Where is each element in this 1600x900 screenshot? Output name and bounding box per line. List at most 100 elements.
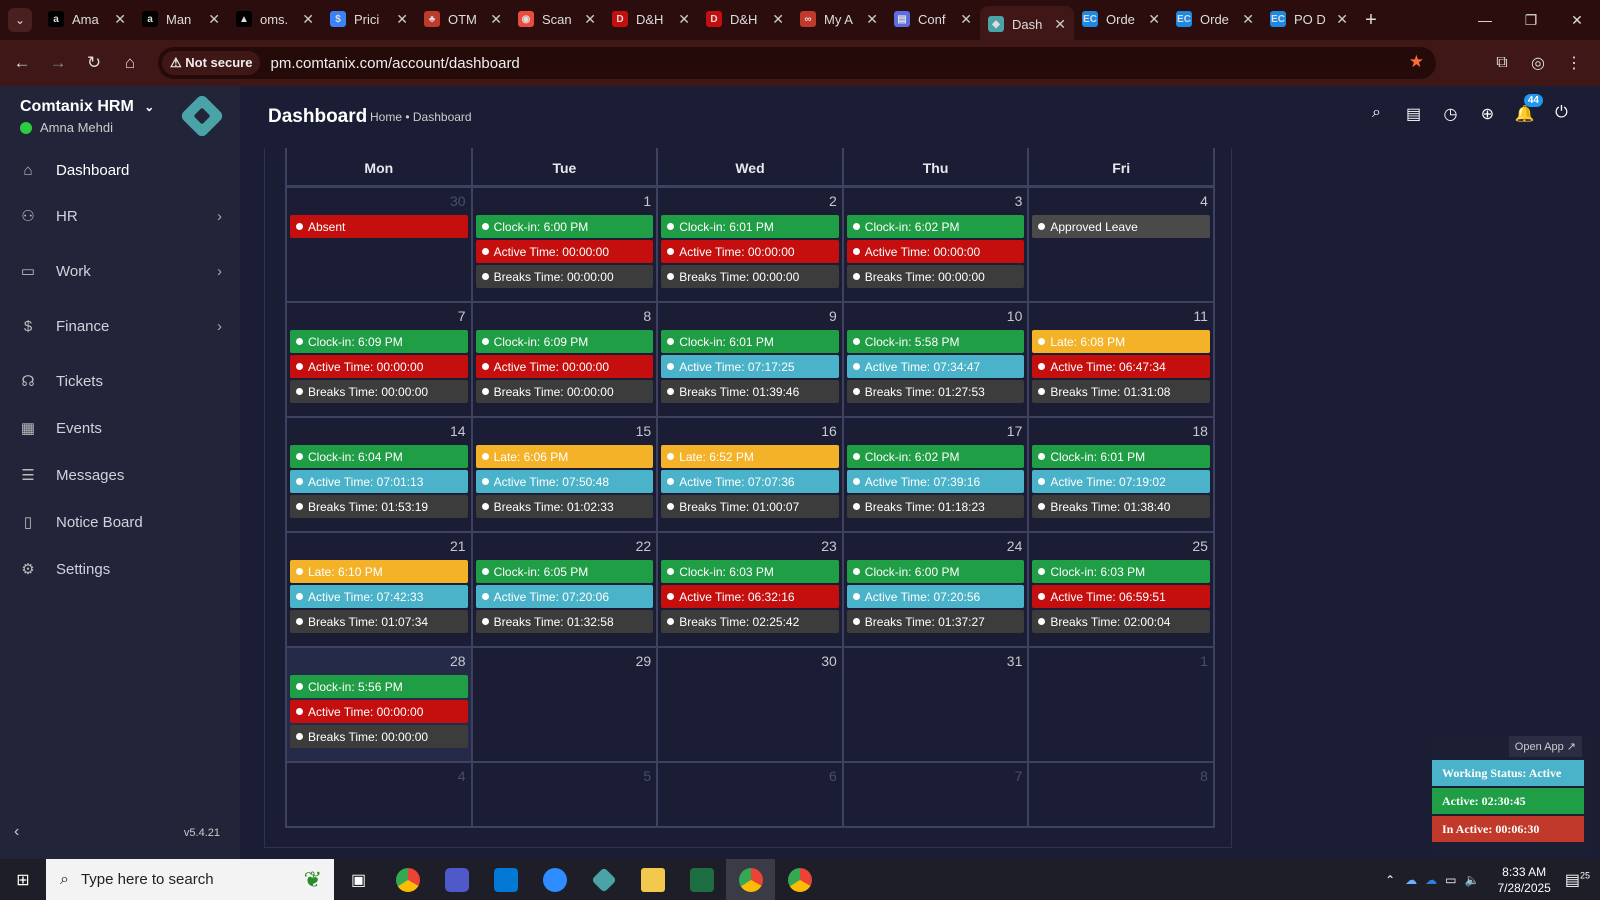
attendance-event[interactable]: Clock-in: 6:05 PM: [475, 560, 654, 583]
browser-tab[interactable]: EC Orde ✕: [1074, 4, 1168, 34]
close-tab-icon[interactable]: ✕: [866, 11, 878, 28]
browser-tab[interactable]: a Man ✕: [134, 4, 228, 34]
attendance-event[interactable]: Active Time: 07:20:56: [846, 585, 1025, 608]
taskbar-search[interactable]: ⌕ Type here to search ❦: [46, 859, 334, 900]
attendance-event[interactable]: Breaks Time: 01:38:40: [1032, 495, 1210, 518]
attendance-event[interactable]: Active Time: 00:00:00: [661, 240, 839, 263]
calendar-day[interactable]: 1: [1029, 648, 1213, 761]
attendance-event[interactable]: Late: 6:08 PM: [1032, 330, 1210, 353]
attendance-event[interactable]: Breaks Time: 00:00:00: [661, 265, 839, 288]
attendance-event[interactable]: Breaks Time: 01:32:58: [475, 610, 654, 633]
outlook-icon[interactable]: [481, 859, 530, 900]
close-tab-icon[interactable]: ✕: [1054, 16, 1066, 33]
attendance-event[interactable]: Breaks Time: 00:00:00: [290, 380, 468, 403]
close-tab-icon[interactable]: ✕: [1148, 11, 1160, 28]
teams-icon[interactable]: [432, 859, 481, 900]
calendar-day[interactable]: 30: [658, 648, 844, 761]
calendar-day[interactable]: 30 Absent: [287, 188, 473, 301]
calendar-day[interactable]: 4: [287, 763, 473, 826]
browser-tab[interactable]: $ Prici ✕: [322, 4, 416, 34]
calendar-day[interactable]: 16 Late: 6:52 PM Active Time: 07:07:36 Brea…: [658, 418, 844, 531]
sticky-note-icon[interactable]: ▤: [1395, 104, 1432, 124]
attendance-event[interactable]: Clock-in: 6:03 PM: [661, 560, 839, 583]
notification-center-icon[interactable]: ▤25: [1565, 870, 1590, 890]
attendance-event[interactable]: Active Time: 07:50:48: [475, 470, 654, 493]
sidebar-item-hr[interactable]: ⚇ HR ›: [0, 194, 240, 238]
attendance-event[interactable]: Active Time: 06:47:34: [1032, 355, 1210, 378]
calendar-day[interactable]: 25 Clock-in: 6:03 PM Active Time: 06:59:51…: [1029, 533, 1213, 646]
attendance-event[interactable]: Clock-in: 6:01 PM: [661, 215, 839, 238]
calendar-day[interactable]: 10 Clock-in: 5:58 PM Active Time: 07:34:47…: [844, 303, 1030, 416]
browser-tab[interactable]: ∞ My A ✕: [792, 4, 886, 34]
browser-tab[interactable]: ▲ oms. ✕: [228, 4, 322, 34]
browser-tab[interactable]: D D&H ✕: [698, 4, 792, 34]
calendar-day[interactable]: 17 Clock-in: 6:02 PM Active Time: 07:39:16…: [844, 418, 1030, 531]
collapse-sidebar-icon[interactable]: ‹: [14, 823, 19, 841]
breadcrumb[interactable]: Home • Dashboard: [370, 110, 472, 124]
clock[interactable]: 8:33 AM 7/28/2025: [1497, 864, 1550, 896]
attendance-event[interactable]: Clock-in: 6:04 PM: [290, 445, 468, 468]
not-secure-chip[interactable]: ⚠ Not secure: [162, 51, 261, 75]
browser-tab[interactable]: EC PO D ✕: [1262, 4, 1356, 34]
attendance-event[interactable]: Clock-in: 6:09 PM: [290, 330, 468, 353]
attendance-event[interactable]: Active Time: 00:00:00: [475, 355, 654, 378]
browser-tab[interactable]: ▤ Conf ✕: [886, 4, 980, 34]
calendar-day[interactable]: 11 Late: 6:08 PM Active Time: 06:47:34 Brea…: [1029, 303, 1213, 416]
attendance-event[interactable]: Active Time: 07:19:02: [1032, 470, 1210, 493]
calendar-day[interactable]: 7: [844, 763, 1030, 826]
attendance-event[interactable]: Active Time: 07:34:47: [846, 355, 1025, 378]
close-tab-icon[interactable]: ✕: [960, 11, 972, 28]
calendar-day[interactable]: 5: [473, 763, 659, 826]
attendance-event[interactable]: Breaks Time: 02:25:42: [661, 610, 839, 633]
browser-menu-icon[interactable]: ⋮: [1556, 53, 1592, 73]
calendar-day[interactable]: 8: [1029, 763, 1213, 826]
attendance-event[interactable]: Approved Leave: [1032, 215, 1210, 238]
sidebar-item-settings[interactable]: ⚙ Settings: [0, 547, 240, 591]
attendance-event[interactable]: Breaks Time: 01:07:34: [290, 610, 468, 633]
close-window-button[interactable]: ✕: [1554, 0, 1600, 40]
attendance-event[interactable]: Breaks Time: 00:00:00: [846, 265, 1025, 288]
attendance-event[interactable]: Breaks Time: 00:00:00: [475, 380, 654, 403]
attendance-event[interactable]: Absent: [290, 215, 468, 238]
excel-icon[interactable]: [677, 859, 726, 900]
attendance-event[interactable]: Active Time: 07:42:33: [290, 585, 468, 608]
attendance-event[interactable]: Active Time: 07:20:06: [475, 585, 654, 608]
reload-button[interactable]: ↻: [76, 53, 112, 73]
attendance-event[interactable]: Clock-in: 5:58 PM: [846, 330, 1025, 353]
browser-tab[interactable]: ♣ OTM ✕: [416, 4, 510, 34]
close-tab-icon[interactable]: ✕: [772, 11, 784, 28]
onedrive-icon[interactable]: ☁: [1405, 873, 1417, 887]
minimize-button[interactable]: —: [1462, 0, 1508, 40]
attendance-event[interactable]: Active Time: 07:01:13: [290, 470, 468, 493]
attendance-event[interactable]: Breaks Time: 02:00:04: [1032, 610, 1210, 633]
bell-icon[interactable]: 🔔 44: [1506, 94, 1543, 124]
attendance-event[interactable]: Breaks Time: 01:39:46: [661, 380, 839, 403]
attendance-event[interactable]: Breaks Time: 01:02:33: [475, 495, 654, 518]
attendance-event[interactable]: Breaks Time: 01:53:19: [290, 495, 468, 518]
tab-search-button[interactable]: ⌄: [0, 0, 40, 40]
onedrive-2-icon[interactable]: ☁: [1425, 873, 1437, 887]
close-tab-icon[interactable]: ✕: [208, 11, 220, 28]
calendar-day[interactable]: 24 Clock-in: 6:00 PM Active Time: 07:20:56…: [844, 533, 1030, 646]
close-tab-icon[interactable]: ✕: [584, 11, 596, 28]
volume-icon[interactable]: 🔈: [1465, 873, 1480, 887]
close-tab-icon[interactable]: ✕: [1336, 11, 1348, 28]
back-button[interactable]: ←: [4, 53, 40, 73]
sidebar-item-events[interactable]: ▦ Events: [0, 406, 240, 450]
attendance-event[interactable]: Breaks Time: 00:00:00: [290, 725, 468, 748]
calendar-day[interactable]: 2 Clock-in: 6:01 PM Active Time: 00:00:00 B…: [658, 188, 844, 301]
calendar-day[interactable]: 6: [658, 763, 844, 826]
attendance-event[interactable]: Late: 6:10 PM: [290, 560, 468, 583]
zoom-icon[interactable]: [530, 859, 579, 900]
forward-button[interactable]: →: [40, 53, 76, 73]
close-tab-icon[interactable]: ✕: [114, 11, 126, 28]
calendar-day[interactable]: 1 Clock-in: 6:00 PM Active Time: 00:00:00 B…: [473, 188, 659, 301]
attendance-event[interactable]: Clock-in: 6:02 PM: [846, 215, 1025, 238]
attendance-event[interactable]: Active Time: 06:32:16: [661, 585, 839, 608]
calendar-day[interactable]: 14 Clock-in: 6:04 PM Active Time: 07:01:13…: [287, 418, 473, 531]
sidebar-item-dashboard[interactable]: ⌂ Dashboard: [0, 148, 240, 192]
chevron-up-icon[interactable]: ⌃: [1385, 873, 1395, 887]
sidebar-item-notice-board[interactable]: ▯ Notice Board: [0, 500, 240, 544]
close-tab-icon[interactable]: ✕: [490, 11, 502, 28]
attendance-event[interactable]: Active Time: 00:00:00: [290, 355, 468, 378]
